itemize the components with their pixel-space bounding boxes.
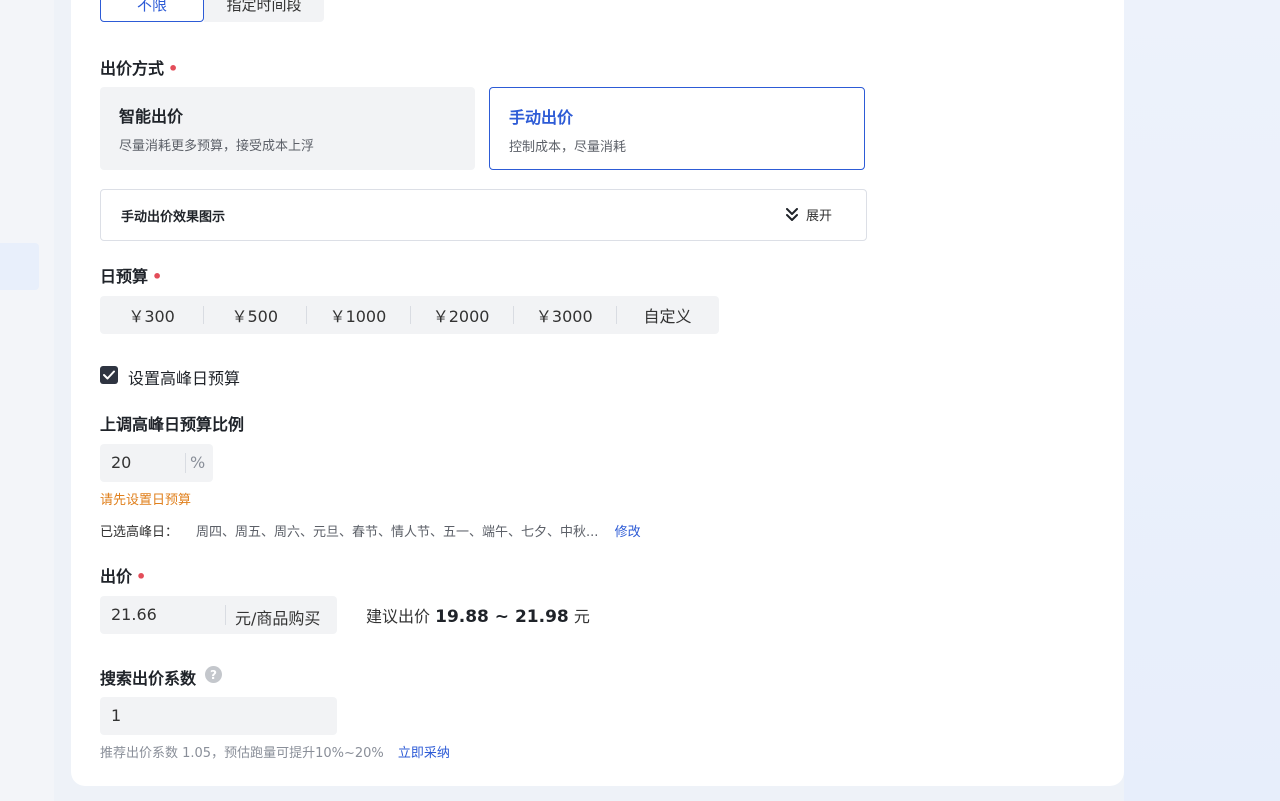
budget-option-1000[interactable]: ￥1000 xyxy=(306,296,409,334)
check-icon xyxy=(103,370,115,380)
bid-method-label: 出价方式 • xyxy=(100,59,179,78)
bid-input[interactable]: 21.66 元/商品购买 xyxy=(100,596,337,634)
peak-ratio-value: 20 xyxy=(111,453,132,472)
search-coef-input[interactable]: 1 xyxy=(100,697,337,735)
effect-panel-title: 手动出价效果图示 xyxy=(121,210,226,225)
search-coef-value: 1 xyxy=(111,706,122,725)
required-mark: • xyxy=(152,267,163,286)
double-chevron-down-icon xyxy=(785,207,798,221)
bid-unit: 元/商品购买 xyxy=(235,609,321,628)
selected-peak-days-list: 周四、周五、周六、元旦、春节、情人节、五一、端午、七夕、中秋... xyxy=(196,525,599,540)
smart-bid-title: 智能出价 xyxy=(119,107,184,126)
time-range-specified-button[interactable]: 指定时间段 xyxy=(204,0,324,22)
search-coef-tip: 推荐出价系数 1.05，预估跑量可提升10%~20% 立即采纳 xyxy=(100,746,450,761)
budget-option-custom[interactable]: 自定义 xyxy=(615,296,719,334)
peak-ratio-input[interactable]: 20 % xyxy=(100,444,213,482)
bid-value: 21.66 xyxy=(111,605,157,624)
search-coef-label: 搜索出价系数 xyxy=(100,669,197,688)
suggested-bid-range: 19.88 ~ 21.98 xyxy=(435,607,569,627)
question-icon[interactable]: ? xyxy=(205,666,222,683)
peak-budget-checkbox-label[interactable]: 设置高峰日预算 xyxy=(128,365,240,389)
edit-peak-days-link[interactable]: 修改 xyxy=(615,525,641,540)
required-mark: • xyxy=(168,59,179,78)
smart-bid-desc: 尽量消耗更多预算，接受成本上浮 xyxy=(119,139,315,154)
input-divider xyxy=(185,453,186,473)
time-range-unlimited-button[interactable]: 不限 xyxy=(100,0,204,22)
required-mark: • xyxy=(136,567,147,586)
budget-option-500[interactable]: ￥500 xyxy=(203,296,306,334)
smart-bid-option[interactable]: 智能出价 尽量消耗更多预算，接受成本上浮 xyxy=(100,87,475,170)
bid-label: 出价 • xyxy=(100,567,147,586)
selected-peak-days: 已选高峰日： 周四、周五、周六、元旦、春节、情人节、五一、端午、七夕、中秋... … xyxy=(100,521,641,540)
expand-button[interactable]: 展开 xyxy=(785,205,832,224)
budget-option-2000[interactable]: ￥2000 xyxy=(409,296,513,334)
peak-ratio-label: 上调高峰日预算比例 xyxy=(100,415,245,434)
left-sidebar xyxy=(0,0,54,801)
daily-budget-label: 日预算 • xyxy=(100,267,163,286)
sidebar-active-item[interactable] xyxy=(0,243,39,290)
adopt-link[interactable]: 立即采纳 xyxy=(398,746,450,761)
suggested-bid: 建议出价 19.88 ~ 21.98 元 xyxy=(366,607,590,627)
effect-panel: 手动出价效果图示 展开 xyxy=(100,189,867,241)
budget-option-300[interactable]: ￥300 xyxy=(100,296,203,334)
manual-bid-title: 手动出价 xyxy=(509,108,574,127)
input-divider xyxy=(225,605,226,625)
percent-unit: % xyxy=(190,453,206,472)
expand-label: 展开 xyxy=(805,209,832,224)
daily-budget-options: ￥300 ￥500 ￥1000 ￥2000 ￥3000 自定义 xyxy=(100,296,719,334)
selected-peak-days-label: 已选高峰日： xyxy=(100,525,179,540)
manual-bid-option[interactable]: 手动出价 控制成本，尽量消耗 xyxy=(489,87,865,170)
right-background xyxy=(1124,0,1280,801)
manual-bid-desc: 控制成本，尽量消耗 xyxy=(509,140,627,155)
budget-warning: 请先设置日预算 xyxy=(100,493,192,508)
peak-budget-checkbox[interactable] xyxy=(100,366,118,384)
budget-option-3000[interactable]: ￥3000 xyxy=(512,296,616,334)
